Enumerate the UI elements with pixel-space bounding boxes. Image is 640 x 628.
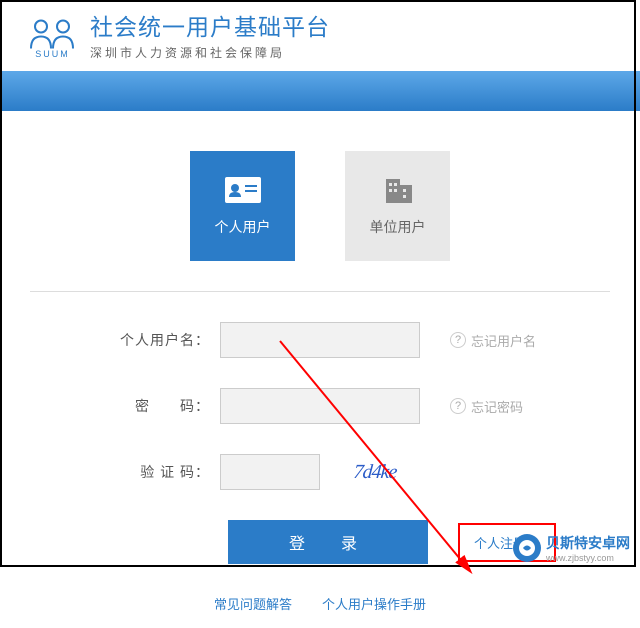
tab-personal-label: 个人用户 xyxy=(215,217,271,237)
nav-bar xyxy=(0,71,640,111)
username-input[interactable] xyxy=(220,322,420,358)
forgot-password-link[interactable]: ? 忘记密码 xyxy=(450,397,523,416)
username-row: 个人用户名： ? 忘记用户名 xyxy=(80,322,560,358)
faq-link[interactable]: 常见问题解答 xyxy=(214,594,292,613)
page-subtitle: 深圳市人力资源和社会保障局 xyxy=(90,44,330,61)
logo-text: SUUM xyxy=(25,49,80,59)
forgot-username-text: 忘记用户名 xyxy=(471,331,536,350)
manual-link[interactable]: 个人用户操作手册 xyxy=(322,594,426,613)
captcha-image[interactable]: 7d4ke xyxy=(328,454,421,490)
id-card-icon xyxy=(223,175,263,205)
password-input[interactable] xyxy=(220,388,420,424)
logo: SUUM xyxy=(25,12,80,57)
watermark-icon xyxy=(513,534,541,562)
question-icon: ? xyxy=(450,332,466,348)
forgot-username-link[interactable]: ? 忘记用户名 xyxy=(450,331,536,350)
building-icon xyxy=(378,175,418,205)
password-label: 密 码： xyxy=(80,396,220,416)
captcha-label: 验 证 码： xyxy=(80,462,220,482)
forgot-password-text: 忘记密码 xyxy=(471,397,523,416)
tab-org-label: 单位用户 xyxy=(370,217,426,237)
watermark: 贝斯特安卓网 www.zjbstyy.com xyxy=(513,533,630,563)
user-type-tabs: 个人用户 单位用户 xyxy=(0,151,640,261)
question-icon: ? xyxy=(450,398,466,414)
login-button[interactable]: 登 录 xyxy=(228,520,428,564)
divider xyxy=(30,291,610,292)
page-title: 社会统一用户基础平台 xyxy=(90,8,330,42)
footer-links: 常见问题解答 个人用户操作手册 xyxy=(0,594,640,628)
watermark-name: 贝斯特安卓网 xyxy=(546,533,630,553)
username-label: 个人用户名： xyxy=(80,330,220,350)
tab-personal-user[interactable]: 个人用户 xyxy=(190,151,295,261)
tab-org-user[interactable]: 单位用户 xyxy=(345,151,450,261)
captcha-row: 验 证 码： 7d4ke xyxy=(80,454,560,490)
submit-row: 登 录 个人注册 xyxy=(80,520,560,564)
watermark-url: www.zjbstyy.com xyxy=(546,553,630,563)
login-form: 个人用户名： ? 忘记用户名 密 码： ? 忘记密码 验 证 码： 7d4ke … xyxy=(80,322,560,564)
password-row: 密 码： ? 忘记密码 xyxy=(80,388,560,424)
captcha-input[interactable] xyxy=(220,454,320,490)
title-block: 社会统一用户基础平台 深圳市人力资源和社会保障局 xyxy=(90,8,330,61)
header: SUUM 社会统一用户基础平台 深圳市人力资源和社会保障局 xyxy=(0,0,640,66)
